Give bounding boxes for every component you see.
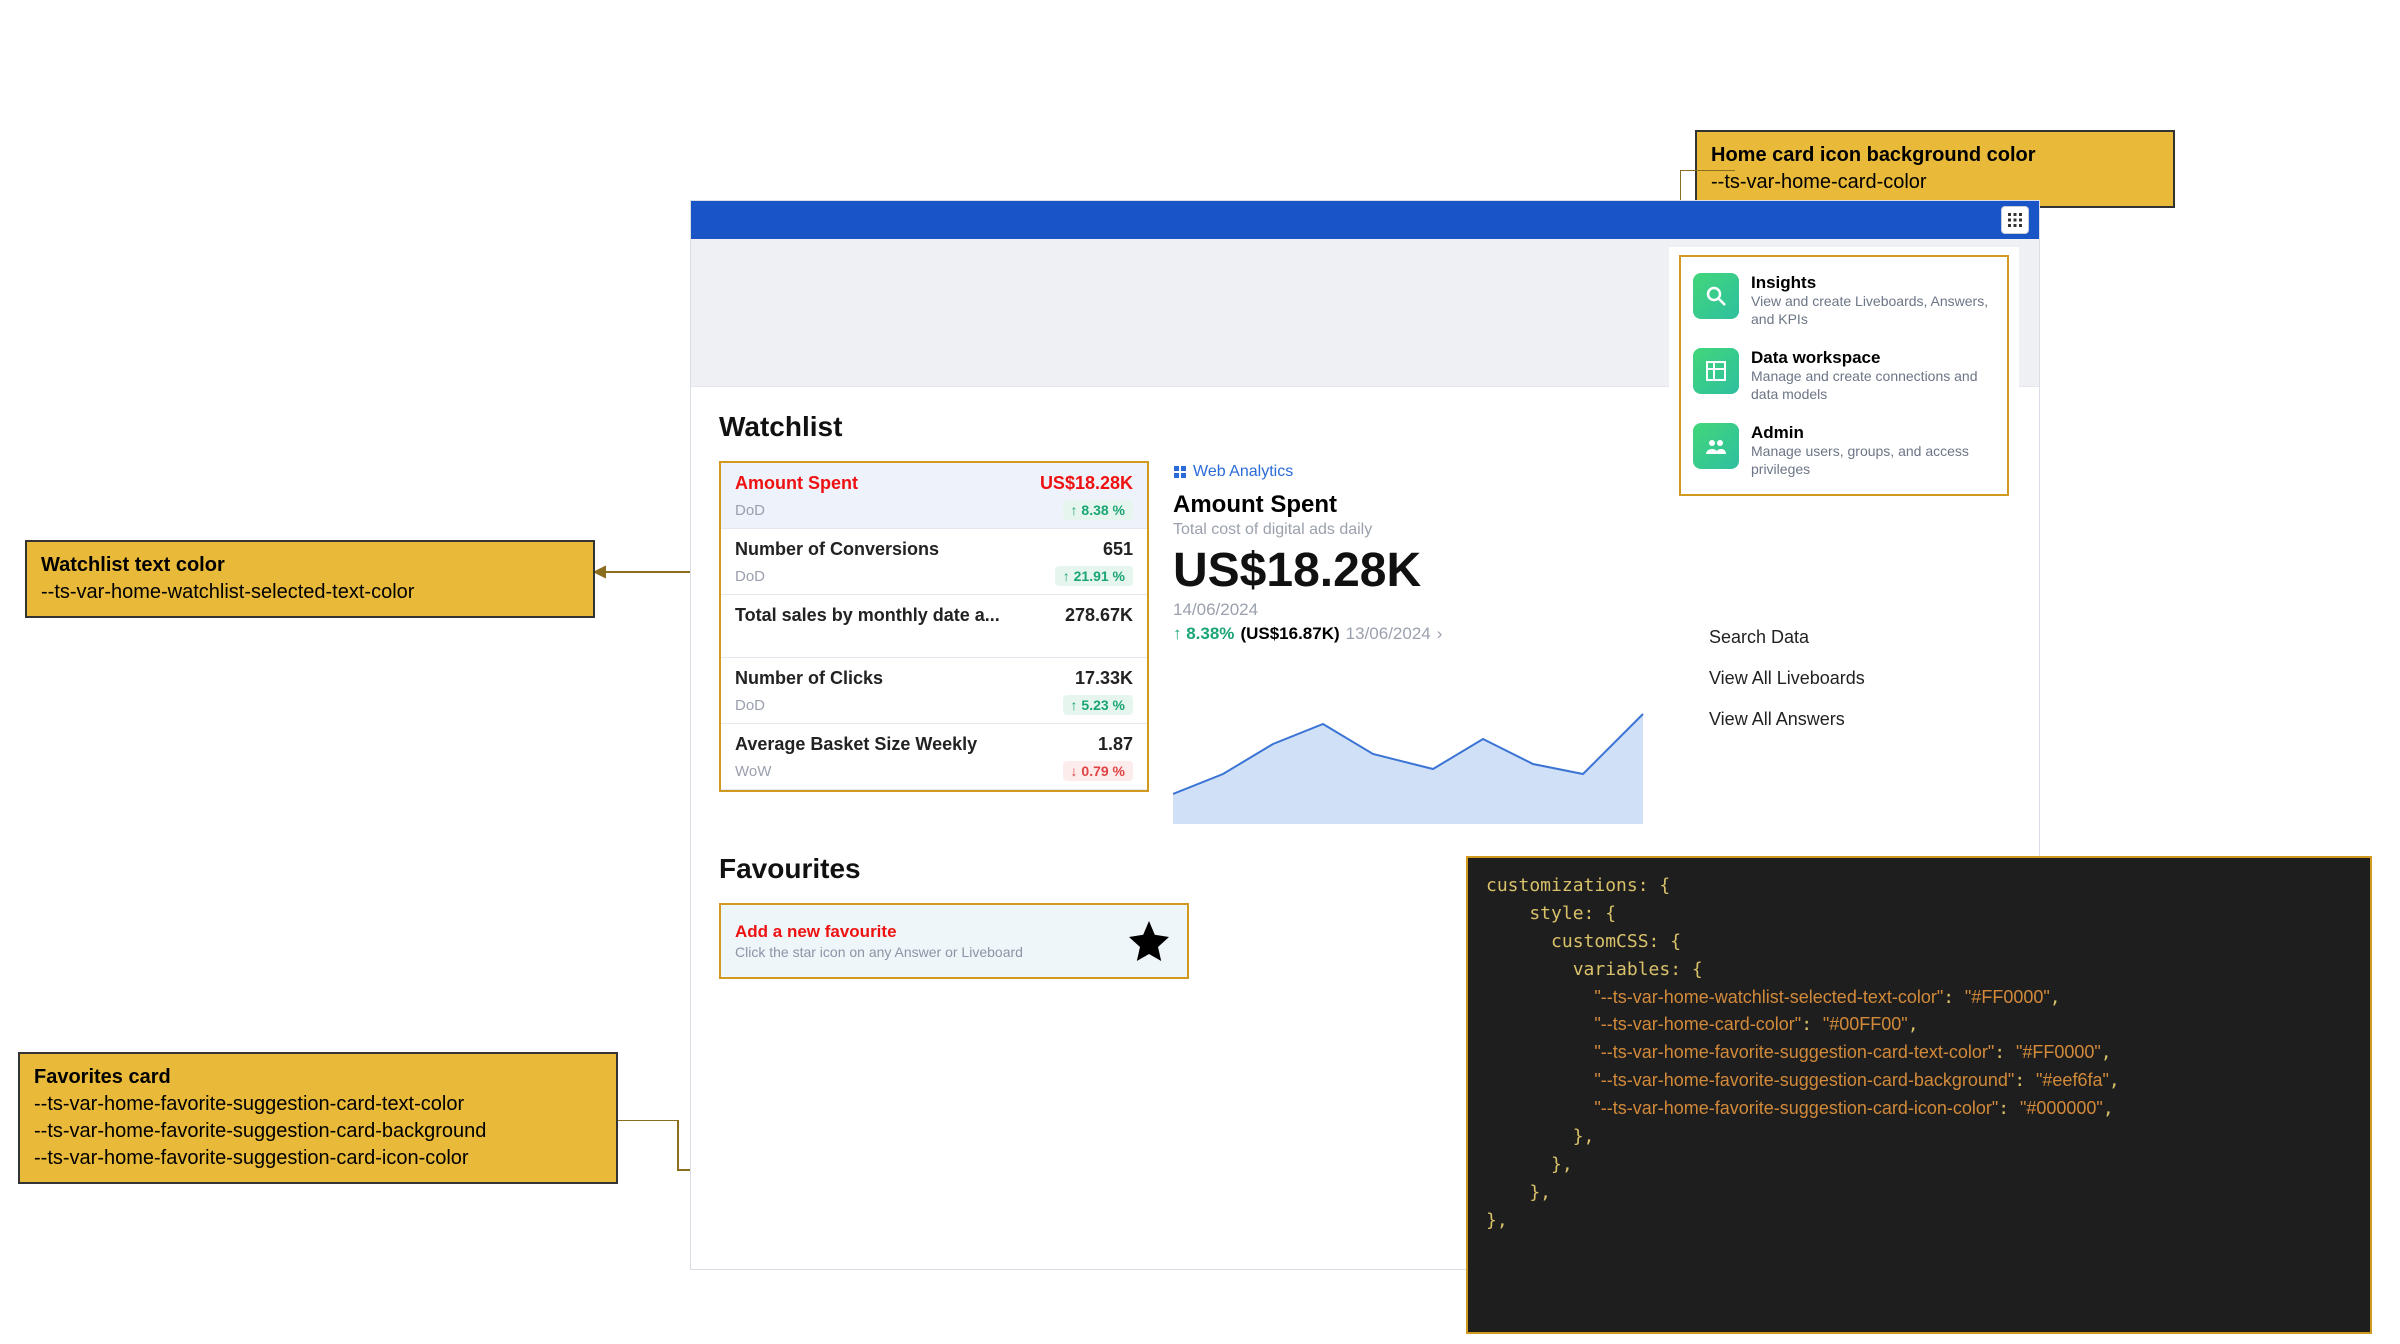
card-outline-highlight: InsightsView and create Liveboards, Answ… <box>1679 255 2009 496</box>
breadcrumb-text: Web Analytics <box>1193 463 1293 481</box>
card-desc: View and create Liveboards, Answers, and… <box>1751 293 1995 328</box>
wl-name: Average Basket Size Weekly <box>735 734 977 755</box>
apps-button[interactable] <box>2001 206 2029 234</box>
users-icon <box>1693 423 1739 469</box>
wl-value: 278.67K <box>1065 605 1133 626</box>
callout-watchlist: Watchlist text color --ts-var-home-watch… <box>25 540 595 618</box>
wl-period: WoW <box>735 763 771 780</box>
quicklinks: Search Data View All Liveboards View All… <box>1709 617 2009 740</box>
wl-value: 1.87 <box>1098 734 1133 755</box>
quicklink-view-all-answers[interactable]: View All Answers <box>1709 699 2009 740</box>
callout-sub: --ts-var-home-favorite-suggestion-card-t… <box>34 1091 602 1118</box>
watchlist-item[interactable]: Average Basket Size Weekly 1.87 WoW ↓ 0.79 … <box>721 724 1147 790</box>
callout-sub: --ts-var-home-watchlist-selected-text-co… <box>41 579 579 606</box>
callout-sub: --ts-var-home-card-color <box>1711 169 2159 196</box>
watchlist-item[interactable]: Number of Clicks 17.33K DoD ↑ 5.23 % <box>721 658 1147 724</box>
callout-title: Watchlist text color <box>41 552 579 579</box>
card-desc: Manage users, groups, and access privile… <box>1751 443 1995 478</box>
card-title: Admin <box>1751 423 1995 443</box>
favourite-suggestion-card[interactable]: Add a new favourite Click the star icon … <box>721 905 1187 977</box>
wl-name: Number of Clicks <box>735 668 883 689</box>
callout-sub: --ts-var-home-favorite-suggestion-card-i… <box>34 1145 602 1172</box>
detail-compare[interactable]: ↑ 8.38% (US$16.87K) 13/06/2024 › <box>1173 624 1709 644</box>
card-desc: Manage and create connections and data m… <box>1751 368 1995 403</box>
watchlist-heading: Watchlist <box>719 411 1709 443</box>
wl-delta: ↑ 21.91 % <box>1055 566 1133 586</box>
wl-period: DoD <box>735 697 765 714</box>
code-panel: customizations: { style: { customCSS: { … <box>1466 856 2372 1334</box>
watchlist-item[interactable]: Amount Spent US$18.28K DoD ↑ 8.38 % <box>721 463 1147 529</box>
wl-period: DoD <box>735 502 765 519</box>
compare-delta: ↑ 8.38% <box>1173 624 1234 644</box>
star-icon <box>1125 917 1173 965</box>
wl-period: DoD <box>735 568 765 585</box>
wl-value: US$18.28K <box>1040 473 1133 494</box>
quicklink-search-data[interactable]: Search Data <box>1709 617 2009 658</box>
chevron-right-icon: › <box>1437 624 1443 644</box>
card-data-workspace[interactable]: Data workspaceManage and create connecti… <box>1689 338 1999 413</box>
wl-value: 651 <box>1103 539 1133 560</box>
watchlist-item[interactable]: Number of Conversions 651 DoD ↑ 21.91 % <box>721 529 1147 595</box>
wl-name: Number of Conversions <box>735 539 939 560</box>
grid-icon <box>1693 348 1739 394</box>
favourite-card-highlight: Add a new favourite Click the star icon … <box>719 903 1189 979</box>
wl-delta: ↑ 8.38 % <box>1063 500 1133 520</box>
card-title: Insights <box>1751 273 1995 293</box>
top-bar <box>691 201 2039 239</box>
detail-date: 14/06/2024 <box>1173 600 1709 620</box>
callout-sub: --ts-var-home-favorite-suggestion-card-b… <box>34 1118 602 1145</box>
compare-prev-date: 13/06/2024 <box>1346 624 1431 644</box>
wl-value: 17.33K <box>1075 668 1133 689</box>
callout-title: Favorites card <box>34 1064 602 1091</box>
wl-delta: ↓ 0.79 % <box>1063 761 1133 781</box>
wl-delta: ↑ 5.23 % <box>1063 695 1133 715</box>
card-insights[interactable]: InsightsView and create Liveboards, Answ… <box>1689 263 1999 338</box>
compare-prev: (US$16.87K) <box>1240 624 1339 644</box>
detail-value: US$18.28K <box>1173 543 1709 598</box>
wl-name: Total sales by monthly date a... <box>735 605 1000 626</box>
detail-subtitle: Total cost of digital ads daily <box>1173 521 1709 539</box>
watchlist-panel: Amount Spent US$18.28K DoD ↑ 8.38 % Number o… <box>719 461 1149 792</box>
favourite-title: Add a new favourite <box>735 922 1023 942</box>
card-title: Data workspace <box>1751 348 1995 368</box>
watchlist-item[interactable]: Total sales by monthly date a... 278.67K <box>721 595 1147 658</box>
liveboard-icon <box>1173 465 1187 479</box>
callout-home-card: Home card icon background color --ts-var… <box>1695 130 2175 208</box>
detail-title: Amount Spent <box>1173 491 1709 519</box>
callout-favorites: Favorites card --ts-var-home-favorite-su… <box>18 1052 618 1184</box>
card-admin[interactable]: AdminManage users, groups, and access pr… <box>1689 413 1999 488</box>
breadcrumb[interactable]: Web Analytics <box>1173 463 1709 481</box>
watchlist-detail: Web Analytics Amount Spent Total cost of… <box>1173 461 1709 829</box>
wl-name: Amount Spent <box>735 473 858 494</box>
callout-title: Home card icon background color <box>1711 142 2159 169</box>
quicklink-view-all-liveboards[interactable]: View All Liveboards <box>1709 658 2009 699</box>
home-card-dropdown: InsightsView and create Liveboards, Answ… <box>1669 247 2019 504</box>
apps-grid-icon <box>2007 212 2023 228</box>
sparkline-chart <box>1173 674 1653 824</box>
favourite-desc: Click the star icon on any Answer or Liv… <box>735 944 1023 960</box>
search-icon <box>1693 273 1739 319</box>
